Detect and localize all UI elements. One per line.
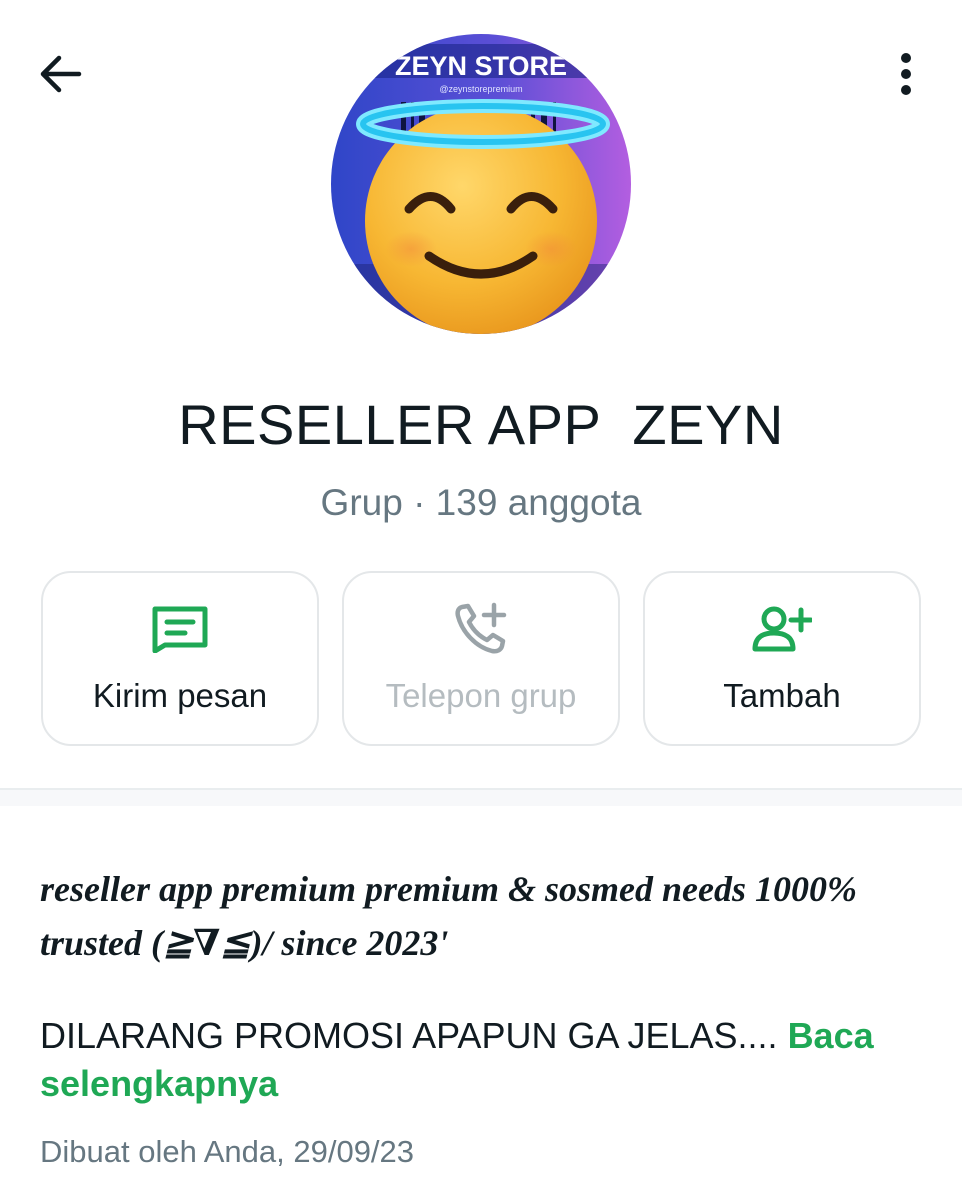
arrow-left-icon [40,55,82,93]
group-call-label: Telepon grup [385,677,577,714]
send-message-button[interactable]: Kirim pesan [41,571,319,746]
section-divider [0,788,962,806]
group-rules-preview: DILARANG PROMOSI APAPUN GA JELAS.... [40,1015,778,1056]
group-name[interactable]: RESELLER APP ZEYN [0,392,962,457]
message-icon [152,606,208,653]
more-options-button[interactable] [880,48,932,100]
group-rules-text[interactable]: DILARANG PROMOSI APAPUN GA JELAS.... Bac… [40,1012,930,1108]
group-description: reseller app premium premium & sosmed ne… [40,869,857,963]
add-person-icon [752,606,812,652]
group-created-info: Dibuat oleh Anda, 29/09/23 [40,1134,415,1169]
more-vertical-icon [901,53,911,95]
send-message-label: Kirim pesan [92,677,268,714]
avatar-handle-text: @zeynstorepremium [439,84,522,94]
avatar-brand-text: ZEYN STORE [395,51,567,81]
add-member-label: Tambah [723,677,841,714]
add-call-icon [455,602,507,654]
group-avatar[interactable]: ZEYN STORE @zeynstorepremium [331,34,631,334]
back-button[interactable] [30,48,90,100]
group-call-button[interactable]: Telepon grup [342,571,620,746]
add-member-button[interactable]: Tambah [643,571,921,746]
group-member-count: Grup · 139 anggota [320,482,642,523]
group-avatar-image: ZEYN STORE @zeynstorepremium [331,34,631,334]
